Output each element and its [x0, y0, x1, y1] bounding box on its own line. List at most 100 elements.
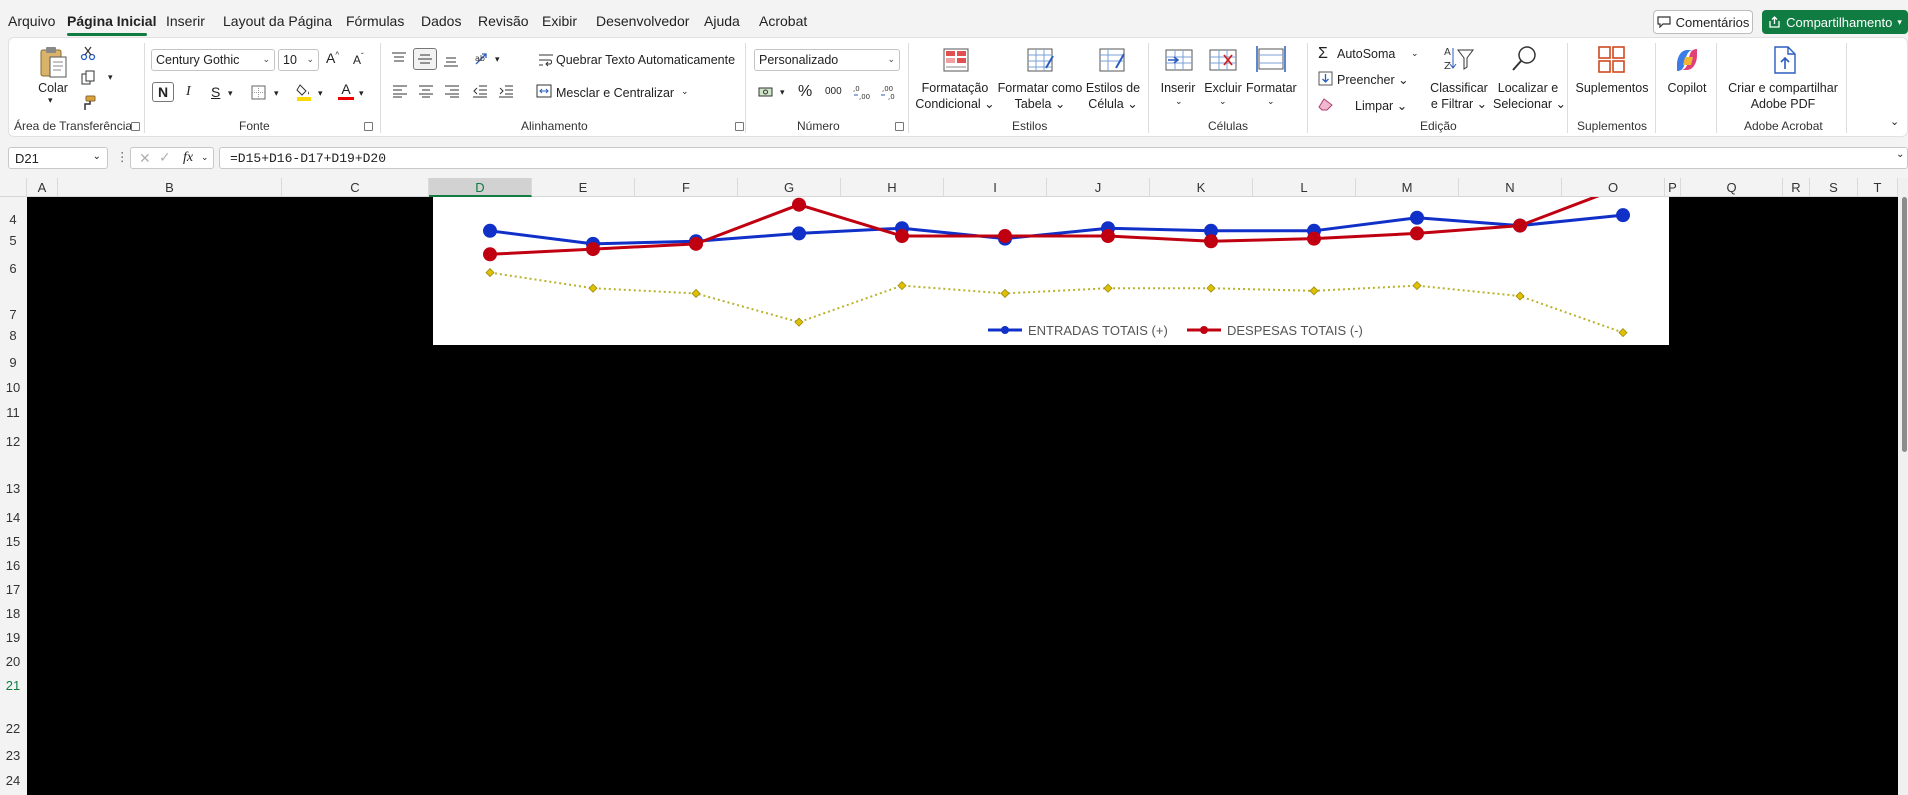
accounting-dropdown-icon[interactable]: ▾: [780, 87, 785, 98]
merge-center-icon[interactable]: [536, 84, 552, 98]
column-header[interactable]: T: [1858, 178, 1898, 197]
formula-input[interactable]: =D15+D16-D17+D19+D20: [219, 147, 1908, 169]
eraser-icon[interactable]: [1318, 98, 1333, 111]
merge-center-button[interactable]: Mesclar e Centralizar: [556, 86, 674, 100]
cell-styles-button[interactable]: Estilos de Célula ⌄: [1085, 80, 1141, 112]
row-header[interactable]: 6: [0, 261, 26, 276]
column-header[interactable]: S: [1810, 178, 1858, 197]
paste-label[interactable]: Colar: [38, 80, 68, 96]
format-cells-icon[interactable]: [1256, 44, 1286, 74]
row-header[interactable]: 23: [0, 748, 26, 763]
clipboard-launcher-icon[interactable]: [131, 122, 140, 131]
chart[interactable]: ENTRADAS TOTAIS (+) DESPESAS TOTAIS (-): [433, 179, 1669, 345]
row-header[interactable]: 24: [0, 773, 26, 788]
align-top-icon[interactable]: [391, 52, 407, 66]
row-header[interactable]: 12: [0, 434, 26, 449]
increase-indent-icon[interactable]: [498, 84, 514, 98]
align-right-icon[interactable]: [444, 84, 460, 98]
underline-button[interactable]: S: [211, 84, 220, 100]
row-header-selected[interactable]: 21: [0, 678, 26, 693]
row-header[interactable]: 4: [0, 212, 26, 227]
conditional-formatting-icon[interactable]: [942, 46, 970, 74]
insert-dropdown-icon[interactable]: ⌄: [1175, 96, 1183, 107]
row-header[interactable]: 11: [0, 405, 26, 420]
column-header[interactable]: J: [1047, 178, 1150, 197]
menu-arquivo[interactable]: Arquivo: [8, 13, 55, 29]
column-header[interactable]: P: [1665, 178, 1681, 197]
format-cells-button[interactable]: Formatar: [1246, 80, 1297, 96]
addins-button[interactable]: Suplementos: [1575, 80, 1649, 96]
cell-styles-icon[interactable]: [1098, 46, 1128, 74]
column-header[interactable]: I: [944, 178, 1047, 197]
format-painter-icon[interactable]: [80, 95, 96, 111]
menu-dados[interactable]: Dados: [421, 13, 461, 29]
menu-desenvolvedor[interactable]: Desenvolvedor: [596, 13, 689, 29]
align-bottom-icon[interactable]: [443, 54, 459, 68]
menu-ajuda[interactable]: Ajuda: [704, 13, 740, 29]
row-header[interactable]: 19: [0, 630, 26, 645]
autosum-button[interactable]: AutoSoma: [1337, 47, 1395, 61]
row-header[interactable]: 22: [0, 721, 26, 736]
autosum-dropdown-icon[interactable]: ⌄: [1411, 48, 1419, 59]
cut-icon[interactable]: [80, 45, 96, 61]
expand-formula-icon[interactable]: ⌄: [1896, 149, 1904, 160]
increase-decimal-icon[interactable]: ,0,00: [853, 84, 871, 100]
column-header[interactable]: O: [1562, 178, 1665, 197]
find-select-icon[interactable]: [1510, 44, 1540, 74]
insert-cells-icon[interactable]: [1164, 46, 1194, 74]
decrease-decimal-icon[interactable]: ,00,0: [880, 84, 898, 100]
autosum-icon[interactable]: Σ: [1318, 45, 1328, 63]
conditional-formatting-button[interactable]: Formatação Condicional ⌄: [914, 80, 996, 112]
select-all-corner[interactable]: [0, 178, 27, 197]
row-header[interactable]: 17: [0, 582, 26, 597]
addins-icon[interactable]: [1597, 45, 1627, 75]
align-left-icon[interactable]: [392, 84, 408, 98]
insert-function-button[interactable]: fx: [183, 150, 193, 166]
italic-button[interactable]: I: [186, 84, 191, 100]
chevron-down-icon[interactable]: ⌄: [201, 152, 209, 163]
column-header[interactable]: A: [27, 178, 58, 197]
enter-icon[interactable]: ✓: [159, 149, 171, 166]
column-header[interactable]: F: [635, 178, 738, 197]
row-header[interactable]: 9: [0, 355, 26, 370]
format-as-table-icon[interactable]: [1026, 46, 1056, 74]
column-header[interactable]: E: [532, 178, 635, 197]
orientation-dropdown-icon[interactable]: ▾: [495, 54, 500, 65]
align-middle-button[interactable]: [413, 48, 437, 70]
create-pdf-button[interactable]: Criar e compartilhar Adobe PDF: [1727, 80, 1839, 112]
grow-font-button[interactable]: A^: [326, 50, 339, 66]
menu-layout-da-pagina[interactable]: Layout da Página: [223, 13, 332, 29]
bold-button[interactable]: N: [152, 82, 174, 102]
underline-dropdown-icon[interactable]: ▾: [228, 88, 233, 99]
row-header[interactable]: 16: [0, 558, 26, 573]
menu-acrobat[interactable]: Acrobat: [759, 13, 807, 29]
format-dropdown-icon[interactable]: ⌄: [1267, 96, 1275, 107]
column-header[interactable]: B: [58, 178, 282, 197]
copilot-button[interactable]: Copilot: [1662, 80, 1712, 96]
number-format-select[interactable]: Personalizado ⌄: [754, 49, 900, 71]
merge-dropdown-icon[interactable]: ⌄: [681, 86, 689, 97]
row-header[interactable]: 15: [0, 534, 26, 549]
column-header[interactable]: H: [841, 178, 944, 197]
column-header[interactable]: R: [1783, 178, 1810, 197]
menu-formulas[interactable]: Fórmulas: [346, 13, 404, 29]
row-header[interactable]: 18: [0, 606, 26, 621]
clear-button[interactable]: Limpar ⌄: [1355, 98, 1407, 113]
font-name-select[interactable]: Century Gothic ⌄: [151, 49, 275, 71]
menu-pagina-inicial[interactable]: Página Inicial: [67, 13, 156, 29]
share-dropdown-icon[interactable]: ▾: [1897, 17, 1902, 28]
copilot-icon[interactable]: [1672, 45, 1702, 75]
cancel-icon[interactable]: ✕: [139, 150, 151, 167]
column-header[interactable]: Q: [1681, 178, 1783, 197]
fill-color-icon[interactable]: [296, 82, 312, 102]
wrap-text-button[interactable]: Quebrar Texto Automaticamente: [556, 53, 735, 67]
menu-revisao[interactable]: Revisão: [478, 13, 529, 29]
orientation-icon[interactable]: ab: [474, 52, 492, 66]
find-select-button[interactable]: Localizar e Selecionar ⌄: [1493, 80, 1566, 112]
scrollbar-thumb[interactable]: [1902, 197, 1907, 452]
insert-cells-button[interactable]: Inserir: [1160, 80, 1196, 96]
share-button[interactable]: Compartilhamento ▾: [1762, 10, 1908, 34]
paste-dropdown-icon[interactable]: ▾: [48, 95, 53, 106]
row-header[interactable]: 8: [0, 328, 26, 343]
column-header-selected[interactable]: D: [429, 178, 532, 197]
